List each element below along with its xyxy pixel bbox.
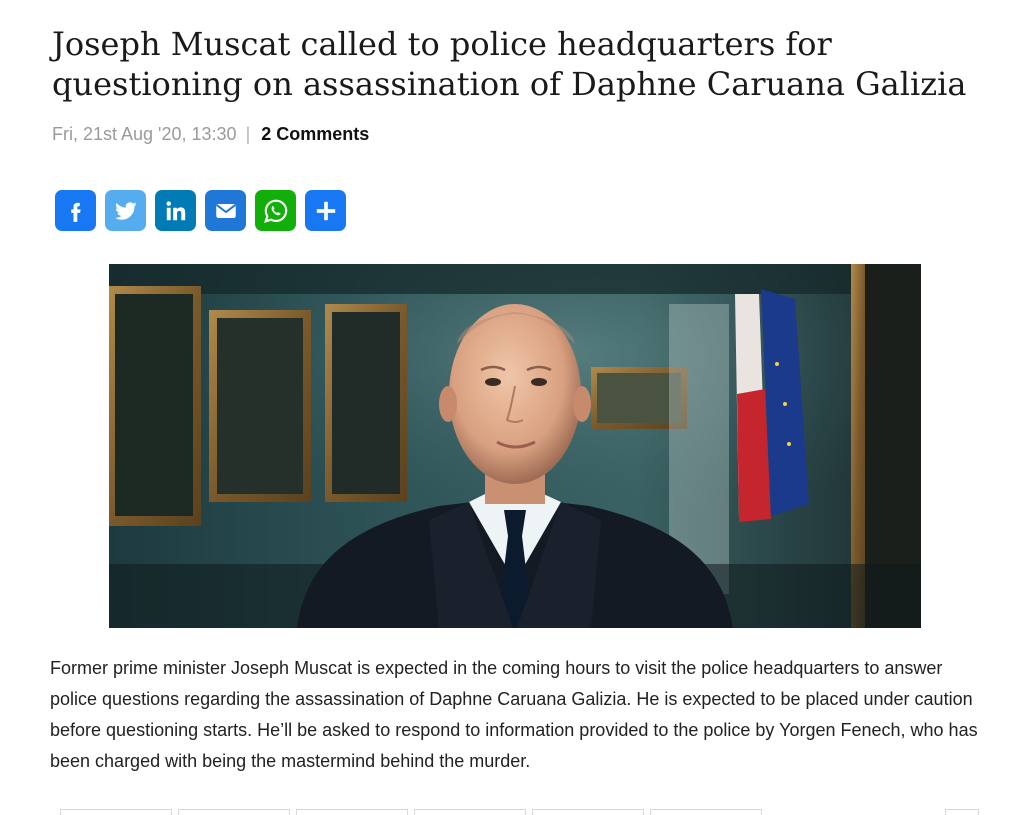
footer-button[interactable] [945, 809, 979, 815]
hero-ceiling-shadow [109, 264, 921, 294]
twitter-icon [114, 201, 137, 220]
share-more-button[interactable] [305, 190, 346, 231]
comments-link[interactable]: 2 Comments [261, 124, 369, 144]
footer-tab [414, 809, 526, 815]
email-icon [215, 203, 236, 218]
share-linkedin-button[interactable] [155, 190, 196, 231]
article-date: Fri, 21st Aug '20, 13:30 [52, 124, 237, 144]
footer-tab [178, 809, 290, 815]
plus-icon [316, 201, 335, 220]
footer-tab [650, 809, 762, 815]
share-whatsapp-button[interactable] [255, 190, 296, 231]
footer-tab-strip [60, 808, 980, 815]
hero-painting-2 [209, 310, 311, 502]
share-bar [55, 190, 355, 231]
facebook-icon [70, 202, 81, 222]
hero-painting-3 [325, 304, 407, 502]
article-meta: Fri, 21st Aug '20, 13:30 | 2 Comments [52, 124, 369, 145]
hero-painting-1 [109, 286, 201, 526]
footer-tab [532, 809, 644, 815]
whatsapp-icon [263, 199, 287, 223]
footer-tab [296, 809, 408, 815]
meta-separator: | [245, 124, 251, 144]
share-twitter-button[interactable] [105, 190, 146, 231]
article-headline: Joseph Muscat called to police headquart… [52, 25, 967, 103]
hero-photo [109, 264, 921, 628]
article-body: Former prime minister Joseph Muscat is e… [50, 658, 978, 771]
share-email-button[interactable] [205, 190, 246, 231]
share-facebook-button[interactable] [55, 190, 96, 231]
footer-tab [60, 809, 172, 815]
linkedin-icon [165, 200, 185, 220]
